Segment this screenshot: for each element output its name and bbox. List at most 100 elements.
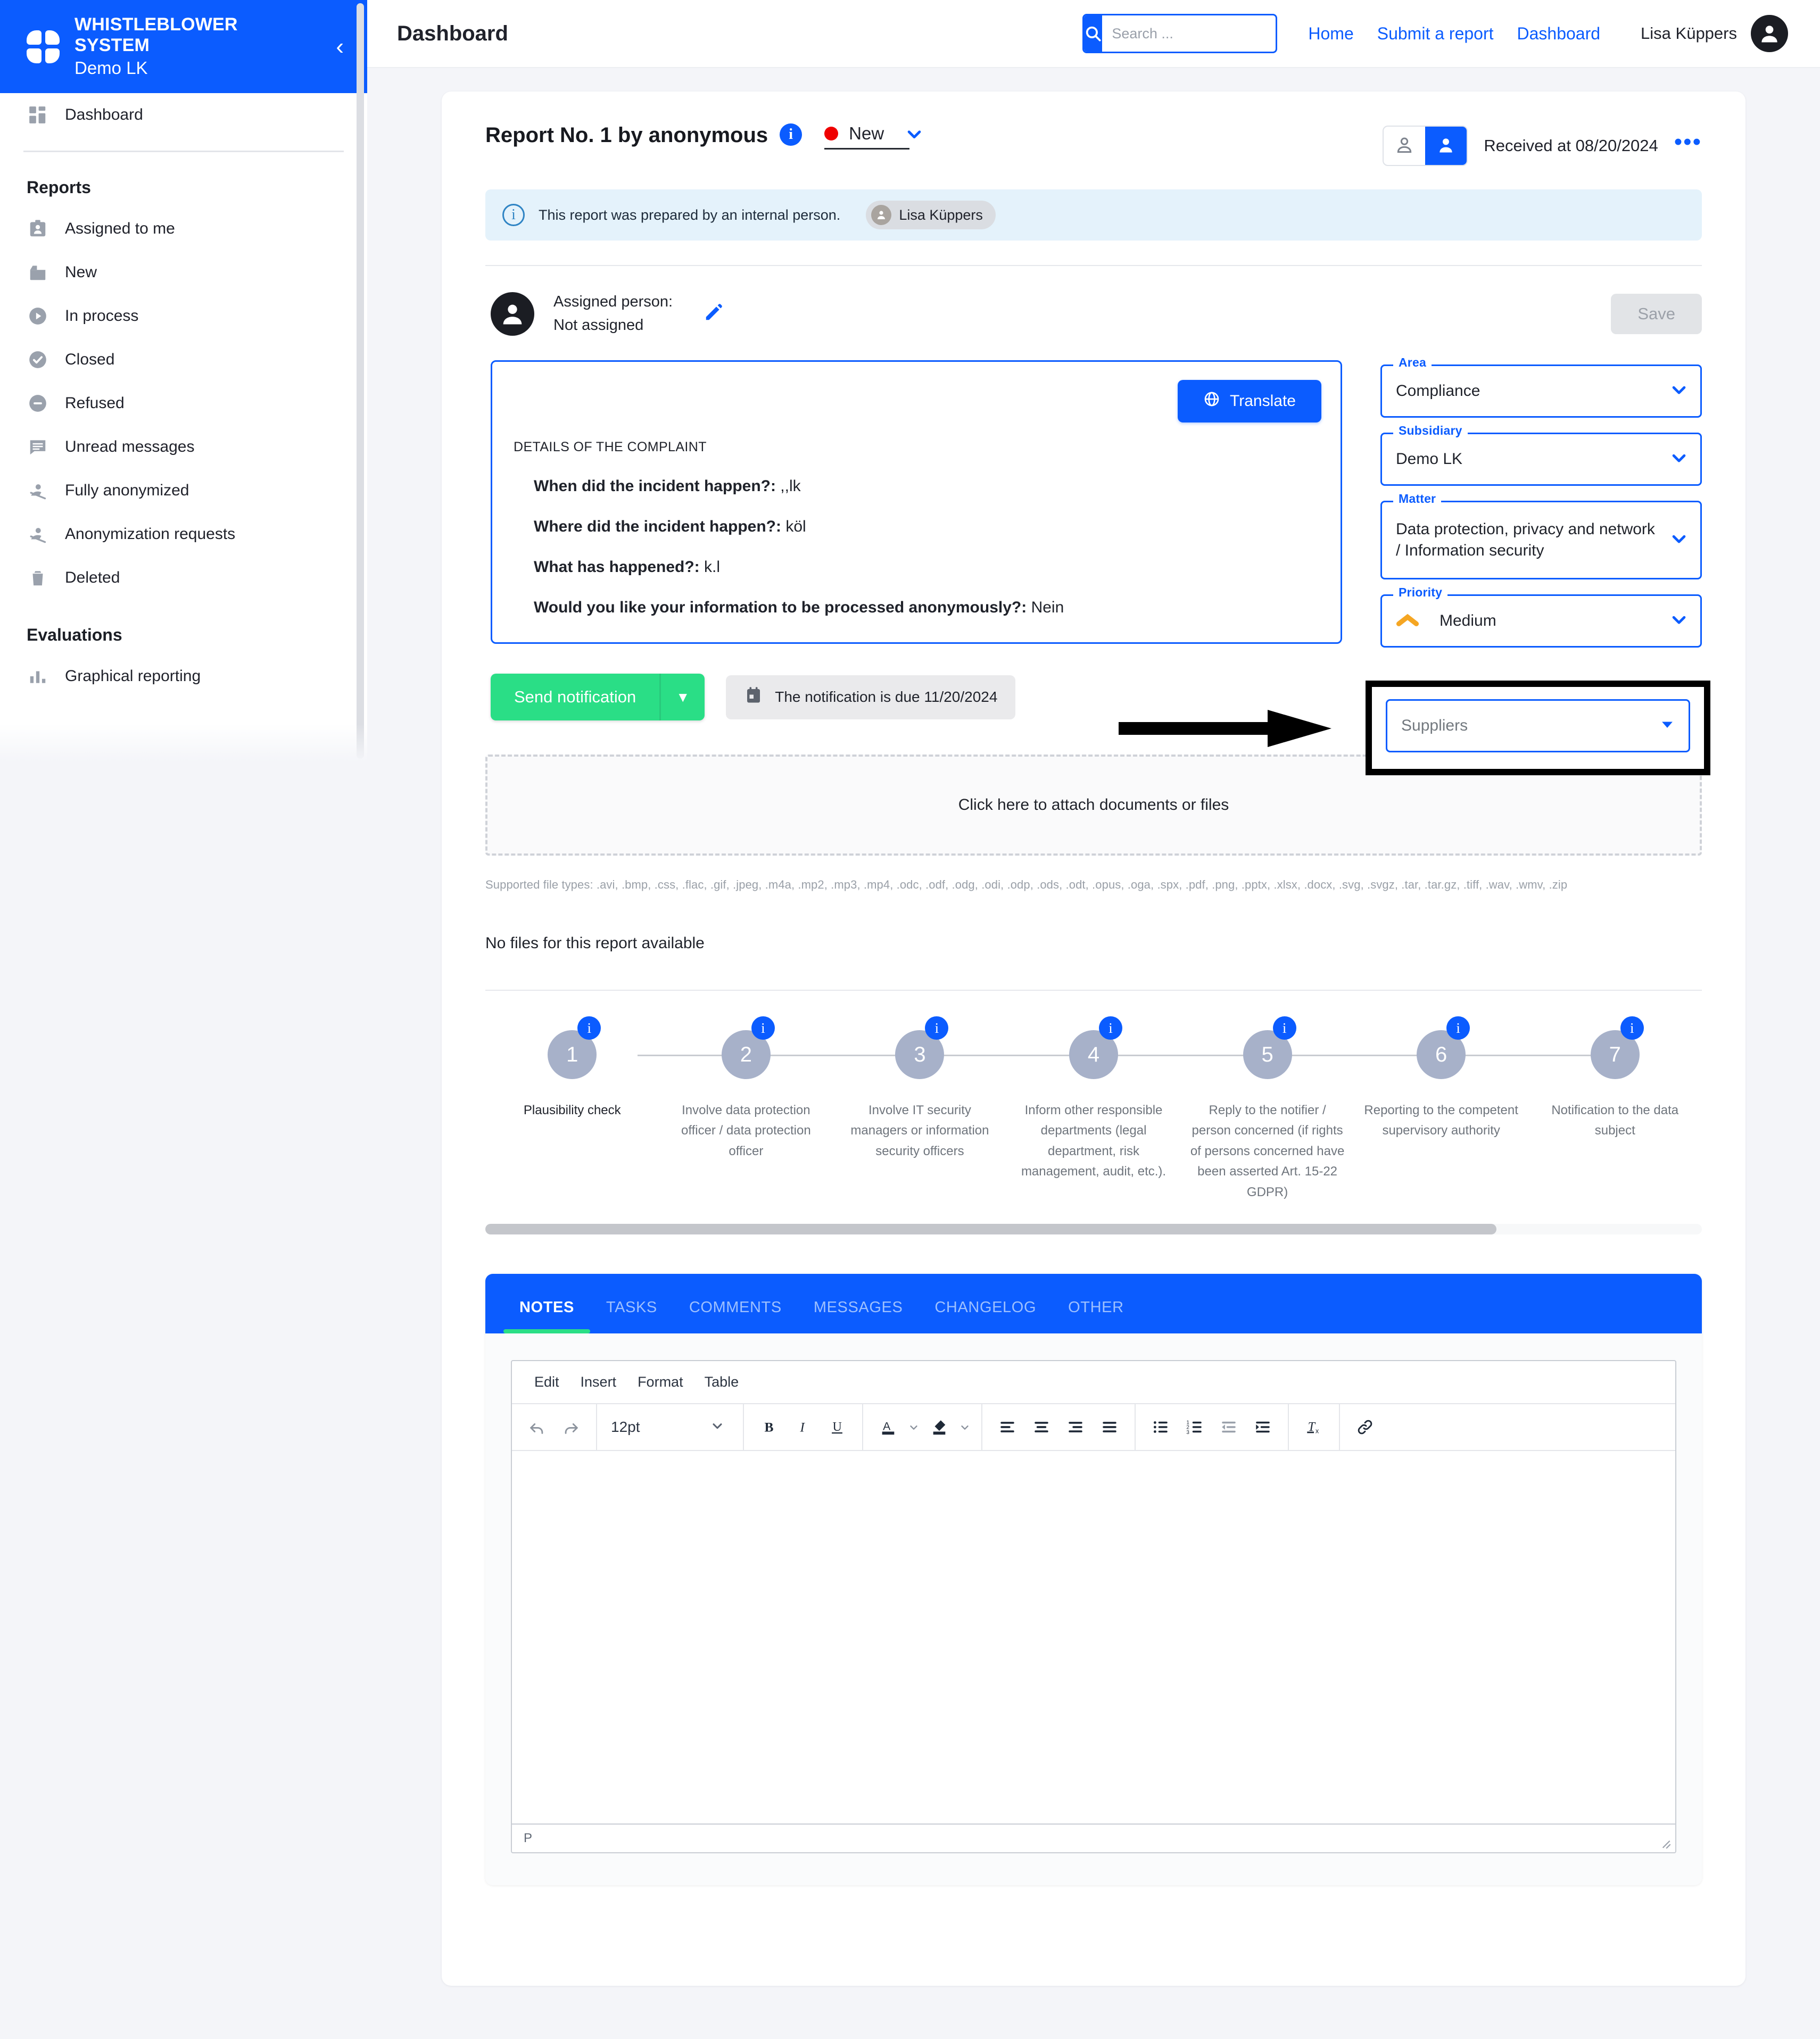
editor-menu-format[interactable]: Format <box>627 1371 694 1394</box>
clear-formatting-icon[interactable]: Tx <box>1298 1412 1329 1443</box>
tab-notes[interactable]: NOTES <box>503 1299 590 1333</box>
sidebar-fade <box>0 724 367 772</box>
field-matter-control[interactable]: Data protection, privacy and network / I… <box>1380 501 1702 579</box>
chevron-down-icon[interactable] <box>1670 611 1688 632</box>
italic-icon[interactable]: I <box>788 1412 818 1443</box>
user-menu[interactable]: Lisa Küppers <box>1641 15 1788 52</box>
identity-toggle[interactable] <box>1383 126 1468 166</box>
chevron-left-icon[interactable]: ‹ <box>330 35 344 59</box>
sidebar-item-new[interactable]: New <box>0 251 367 294</box>
caret-down-icon[interactable] <box>1658 716 1676 736</box>
chevron-down-icon[interactable] <box>1670 449 1688 470</box>
ellipsis-icon[interactable]: ••• <box>1674 130 1702 154</box>
info-icon[interactable]: i <box>1446 1016 1470 1040</box>
nav-link-home[interactable]: Home <box>1308 24 1353 44</box>
sidebar-item-label: Deleted <box>65 569 120 586</box>
tab-tasks[interactable]: TASKS <box>590 1299 673 1333</box>
chevron-down-icon[interactable] <box>958 1421 972 1433</box>
align-left-icon[interactable] <box>992 1412 1023 1443</box>
numbered-list-icon[interactable]: 123 <box>1179 1412 1210 1443</box>
undo-icon[interactable] <box>522 1412 552 1443</box>
field-suppliers[interactable]: Suppliers <box>1386 699 1690 752</box>
person-outline-icon[interactable] <box>1384 127 1425 165</box>
bold-icon[interactable]: B <box>754 1412 784 1443</box>
status-dropdown[interactable]: New <box>824 123 921 150</box>
complaint-question: When did the incident happen?: <box>534 477 776 495</box>
user-avatar-icon[interactable] <box>1751 15 1788 52</box>
save-button[interactable]: Save <box>1611 293 1702 334</box>
align-center-icon[interactable] <box>1026 1412 1057 1443</box>
info-icon[interactable]: i <box>780 123 803 146</box>
sidebar-scrollbar[interactable] <box>357 3 364 759</box>
bullet-list-icon[interactable] <box>1145 1412 1176 1443</box>
step-label: Involve data protection officer / data p… <box>681 1103 811 1158</box>
editor-menu-insert[interactable]: Insert <box>570 1371 627 1394</box>
status-label: New <box>849 123 884 143</box>
sidebar-item-anonymization-requests[interactable]: Anonymization requests <box>0 512 367 556</box>
sidebar-section-reports-title: Reports <box>27 178 91 197</box>
search-input[interactable] <box>1102 25 1276 42</box>
info-icon[interactable]: i <box>751 1016 775 1040</box>
nav-link-submit-a-report[interactable]: Submit a report <box>1377 24 1494 44</box>
align-right-icon[interactable] <box>1060 1412 1091 1443</box>
send-notification-button[interactable]: Send notification ▼ <box>491 674 705 720</box>
tab-messages[interactable]: MESSAGES <box>798 1299 919 1333</box>
scrollbar-thumb[interactable] <box>485 1223 1496 1234</box>
resize-handle-icon[interactable] <box>1658 1836 1672 1850</box>
chevron-down-icon[interactable] <box>1670 381 1688 402</box>
text-color-icon[interactable]: A <box>873 1412 904 1443</box>
sidebar-item-assigned-to-me[interactable]: Assigned to me <box>0 207 367 251</box>
report-fields-column: Area Compliance Subsidiary Demo LK Matte… <box>1119 355 1710 775</box>
banner-person-chip[interactable]: Lisa Küppers <box>866 201 996 229</box>
info-icon[interactable]: i <box>925 1016 949 1040</box>
highlight-color-icon[interactable] <box>924 1412 955 1443</box>
align-justify-icon[interactable] <box>1094 1412 1125 1443</box>
tab-changelog[interactable]: CHANGELOG <box>919 1299 1052 1333</box>
info-icon[interactable]: i <box>1099 1016 1123 1040</box>
tab-comments[interactable]: COMMENTS <box>673 1299 798 1333</box>
search-box[interactable] <box>1082 14 1278 53</box>
toolbar-group-lists: 123 <box>1136 1404 1289 1450</box>
info-icon[interactable]: i <box>1272 1016 1296 1040</box>
sidebar-item-fully-anonymized[interactable]: Fully anonymized <box>0 469 367 512</box>
sidebar-item-refused[interactable]: Refused <box>0 382 367 425</box>
redo-icon[interactable] <box>556 1412 586 1443</box>
workflow-step[interactable]: i 1 Plausibility check <box>485 1016 659 1203</box>
font-size-select[interactable]: 12pt <box>607 1418 733 1436</box>
pencil-icon[interactable] <box>704 302 724 325</box>
play-circle-icon <box>27 305 49 327</box>
editor-menu-edit[interactable]: Edit <box>524 1371 570 1394</box>
indent-icon[interactable] <box>1247 1412 1278 1443</box>
field-priority[interactable]: Priority Medium <box>1380 585 1702 648</box>
link-icon[interactable] <box>1350 1412 1380 1443</box>
tab-other[interactable]: OTHER <box>1052 1299 1140 1333</box>
info-icon[interactable]: i <box>1620 1016 1644 1040</box>
outdent-icon[interactable] <box>1213 1412 1244 1443</box>
field-matter[interactable]: Matter Data protection, privacy and netw… <box>1380 492 1702 579</box>
editor-content-area[interactable] <box>512 1450 1675 1824</box>
chevron-down-icon[interactable] <box>907 1421 921 1433</box>
sidebar-item-closed[interactable]: Closed <box>0 338 367 382</box>
field-area-control[interactable]: Compliance <box>1380 364 1702 418</box>
editor-menu-table[interactable]: Table <box>694 1371 750 1394</box>
field-subsidiary[interactable]: Subsidiary Demo LK <box>1380 424 1702 486</box>
caret-down-icon[interactable]: ▼ <box>661 674 705 720</box>
sidebar-item-dashboard[interactable]: Dashboard <box>0 93 367 137</box>
chevron-down-icon[interactable] <box>1670 530 1688 551</box>
field-priority-control[interactable]: Medium <box>1380 594 1702 648</box>
sidebar-item-unread-messages[interactable]: Unread messages <box>0 425 367 469</box>
field-area[interactable]: Area Compliance <box>1380 355 1702 418</box>
sidebar-item-in-process[interactable]: In process <box>0 294 367 338</box>
steps-horizontal-scrollbar[interactable] <box>485 1223 1702 1234</box>
sidebar-item-graphical-reporting[interactable]: Graphical reporting <box>0 654 367 698</box>
svg-text:I: I <box>799 1419 805 1435</box>
field-subsidiary-control[interactable]: Demo LK <box>1380 433 1702 486</box>
info-icon[interactable]: i <box>577 1016 601 1040</box>
translate-button[interactable]: Translate <box>1178 380 1321 422</box>
assigned-person-row: Assigned person: Not assigned Save <box>467 266 1720 337</box>
sidebar-item-deleted[interactable]: Deleted <box>0 556 367 600</box>
field-suppliers-control[interactable]: Suppliers <box>1386 699 1690 752</box>
underline-icon[interactable]: U <box>822 1412 853 1443</box>
person-filled-icon[interactable] <box>1425 127 1467 165</box>
nav-link-dashboard[interactable]: Dashboard <box>1517 24 1601 44</box>
